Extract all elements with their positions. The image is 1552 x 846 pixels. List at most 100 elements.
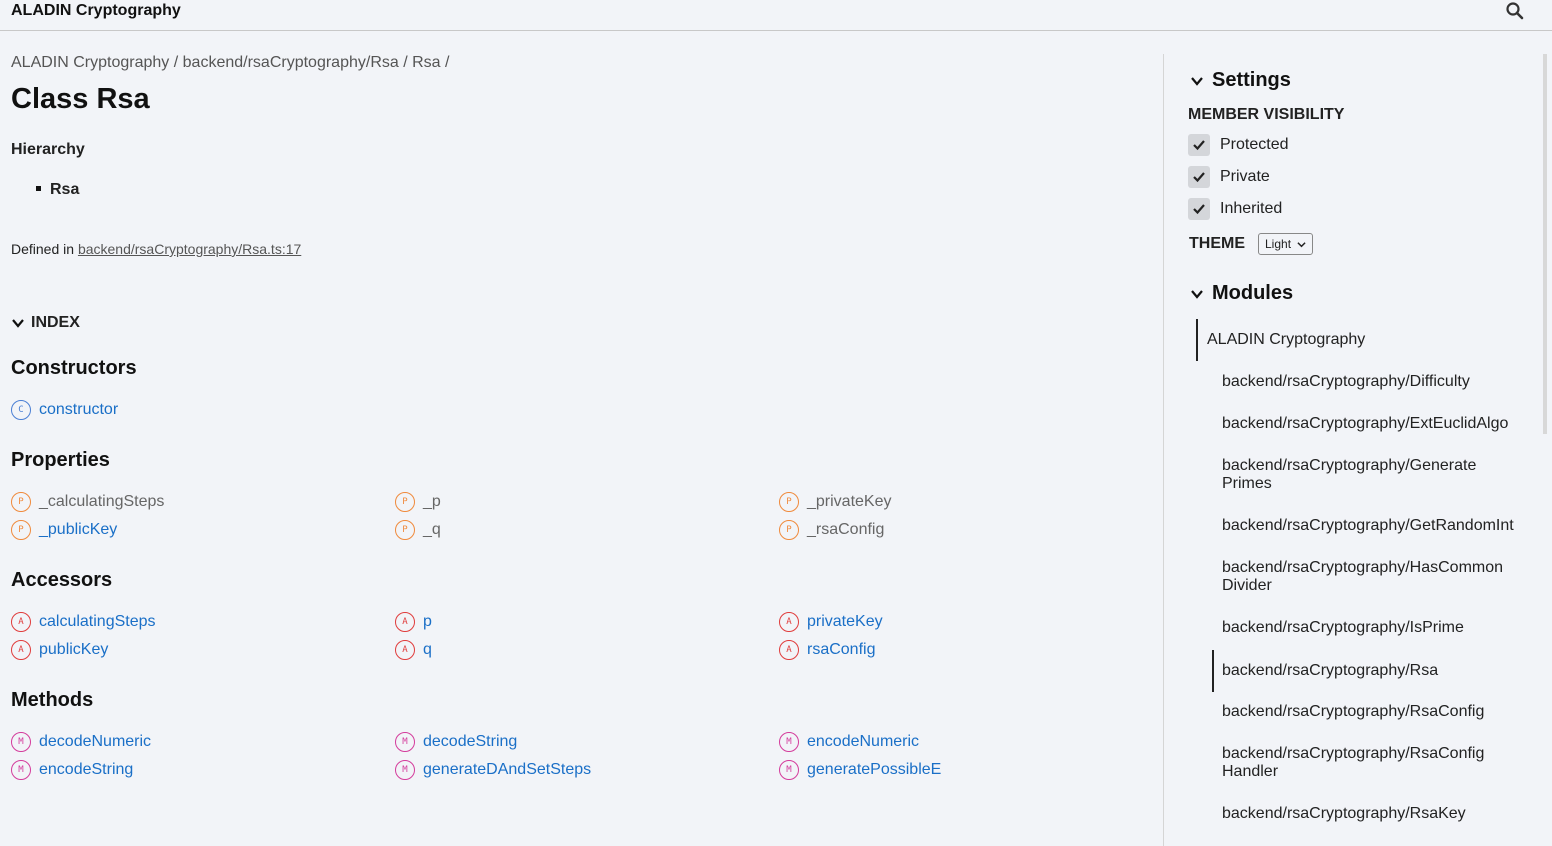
member-label: _publicKey [39, 521, 118, 538]
checkbox-private[interactable]: Private [1188, 166, 1270, 188]
member-label: _rsaConfig [807, 521, 885, 538]
accessor-badge-icon: A [11, 612, 31, 632]
breadcrumb-item[interactable]: Rsa [412, 54, 440, 71]
constructor-badge-icon: C [11, 400, 31, 420]
module-item[interactable]: backend/rsaCryptography/HasCommon Divide… [1222, 559, 1514, 595]
sidebar: Settings MEMBER VISIBILITY Protected Pri… [1164, 31, 1552, 846]
chevron-down-icon [12, 319, 24, 328]
member-property[interactable]: P _q [395, 520, 441, 540]
method-badge-icon: M [395, 732, 415, 752]
member-visibility-label: MEMBER VISIBILITY [1188, 106, 1345, 123]
member-label: _privateKey [807, 493, 892, 510]
member-constructor[interactable]: Cconstructor [11, 400, 118, 420]
module-item[interactable]: backend/rsaCryptography/RsaConfig Handle… [1222, 745, 1497, 781]
section-properties-title: Properties [11, 449, 110, 471]
member-label: decodeString [423, 733, 518, 750]
checkbox-label: Private [1220, 168, 1270, 185]
member-label: encodeNumeric [807, 733, 920, 750]
method-badge-icon: M [779, 760, 799, 780]
source-link[interactable]: backend/rsaCryptography/Rsa.ts:17 [78, 241, 301, 257]
breadcrumb: ALADIN Cryptography / backend/rsaCryptog… [11, 54, 449, 72]
module-item[interactable]: backend/rsaCryptography/Generate Primes [1222, 457, 1492, 493]
member-property[interactable]: P _p [395, 492, 441, 512]
module-item[interactable]: backend/rsaCryptography/IsPrime [1222, 619, 1522, 637]
module-root[interactable]: ALADIN Cryptography [1196, 319, 1365, 361]
section-accessors-title: Accessors [11, 569, 113, 591]
breadcrumb-item[interactable]: backend/rsaCryptography/Rsa [183, 54, 399, 71]
member-label: rsaConfig [807, 641, 876, 658]
checkbox-label: Inherited [1220, 200, 1283, 217]
checkbox-inherited[interactable]: Inherited [1188, 198, 1282, 220]
sidebar-scrollbar[interactable] [1543, 54, 1547, 434]
module-item[interactable]: backend/rsaCryptography/RsaConfig [1222, 703, 1522, 721]
settings-title: Settings [1212, 69, 1291, 91]
checkbox-protected[interactable]: Protected [1188, 134, 1288, 156]
member-property[interactable]: P _rsaConfig [779, 520, 884, 540]
accessor-badge-icon: A [395, 612, 415, 632]
module-item[interactable]: backend/rsaCryptography/Difficulty [1222, 373, 1522, 391]
chevron-down-icon [1297, 241, 1306, 247]
theme-row: THEME Light [1189, 233, 1314, 255]
member-label: privateKey [807, 613, 883, 630]
chevron-down-icon [1191, 76, 1203, 86]
defined-in-prefix: Defined in [11, 241, 78, 257]
member-label: encodeString [39, 761, 134, 778]
module-item-active[interactable]: backend/rsaCryptography/Rsa [1212, 650, 1512, 692]
member-accessor[interactable]: ArsaConfig [779, 640, 875, 660]
member-label: publicKey [39, 641, 109, 658]
member-label: calculatingSteps [39, 613, 156, 630]
accessor-badge-icon: A [779, 612, 799, 632]
member-label: generateDAndSetSteps [423, 761, 592, 778]
index-toggle[interactable]: INDEX [11, 314, 80, 332]
member-method[interactable]: MgenerateDAndSetSteps [395, 760, 591, 780]
member-accessor[interactable]: AcalculatingSteps [11, 612, 156, 632]
breadcrumb-separator: / [173, 54, 179, 71]
module-item[interactable]: backend/rsaCryptography/ExtEuclidAlgo [1222, 415, 1522, 433]
index-label: INDEX [31, 314, 80, 331]
accessor-badge-icon: A [779, 640, 799, 660]
method-badge-icon: M [395, 760, 415, 780]
member-label: decodeNumeric [39, 733, 152, 750]
member-accessor[interactable]: Ap [395, 612, 432, 632]
member-accessor[interactable]: AprivateKey [779, 612, 883, 632]
member-method[interactable]: MgeneratePossibleE [779, 760, 941, 780]
member-method[interactable]: MdecodeNumeric [11, 732, 151, 752]
member-accessor[interactable]: Aq [395, 640, 432, 660]
modules-toggle[interactable]: Modules [1190, 282, 1293, 305]
member-property[interactable]: P _calculatingSteps [11, 492, 164, 512]
property-badge-icon: P [11, 520, 31, 540]
hierarchy-item-label: Rsa [50, 181, 80, 198]
theme-select[interactable]: Light [1258, 233, 1314, 255]
module-item[interactable]: backend/rsaCryptography/GetRandomInt [1222, 517, 1522, 535]
member-accessor[interactable]: ApublicKey [11, 640, 108, 660]
member-label: _calculatingSteps [39, 493, 165, 510]
member-method[interactable]: MencodeNumeric [779, 732, 919, 752]
check-icon[interactable] [1188, 134, 1210, 156]
defined-in: Defined in backend/rsaCryptography/Rsa.t… [11, 241, 301, 257]
theme-value: Light [1265, 237, 1292, 251]
member-label: _q [423, 521, 441, 538]
module-item[interactable]: backend/rsaCryptography/RsaKey [1222, 805, 1522, 823]
member-method[interactable]: MdecodeString [395, 732, 517, 752]
top-bar: ALADIN Cryptography [0, 0, 1552, 31]
member-property[interactable]: P _privateKey [779, 492, 892, 512]
accessor-badge-icon: A [11, 640, 31, 660]
theme-label: THEME [1189, 235, 1245, 252]
property-badge-icon: P [395, 520, 415, 540]
settings-toggle[interactable]: Settings [1190, 69, 1291, 92]
search-icon[interactable] [1505, 1, 1525, 21]
member-property[interactable]: P _publicKey [11, 520, 117, 540]
method-badge-icon: M [779, 732, 799, 752]
property-badge-icon: P [395, 492, 415, 512]
check-icon[interactable] [1188, 198, 1210, 220]
property-badge-icon: P [779, 492, 799, 512]
site-title[interactable]: ALADIN Cryptography [11, 2, 181, 20]
member-label: generatePossibleE [807, 761, 942, 778]
check-icon[interactable] [1188, 166, 1210, 188]
breadcrumb-separator: / [403, 54, 408, 71]
hierarchy-title: Hierarchy [11, 141, 85, 158]
hierarchy-item: Rsa [36, 181, 79, 199]
member-method[interactable]: MencodeString [11, 760, 133, 780]
accessor-badge-icon: A [395, 640, 415, 660]
breadcrumb-item[interactable]: ALADIN Cryptography [11, 54, 169, 71]
